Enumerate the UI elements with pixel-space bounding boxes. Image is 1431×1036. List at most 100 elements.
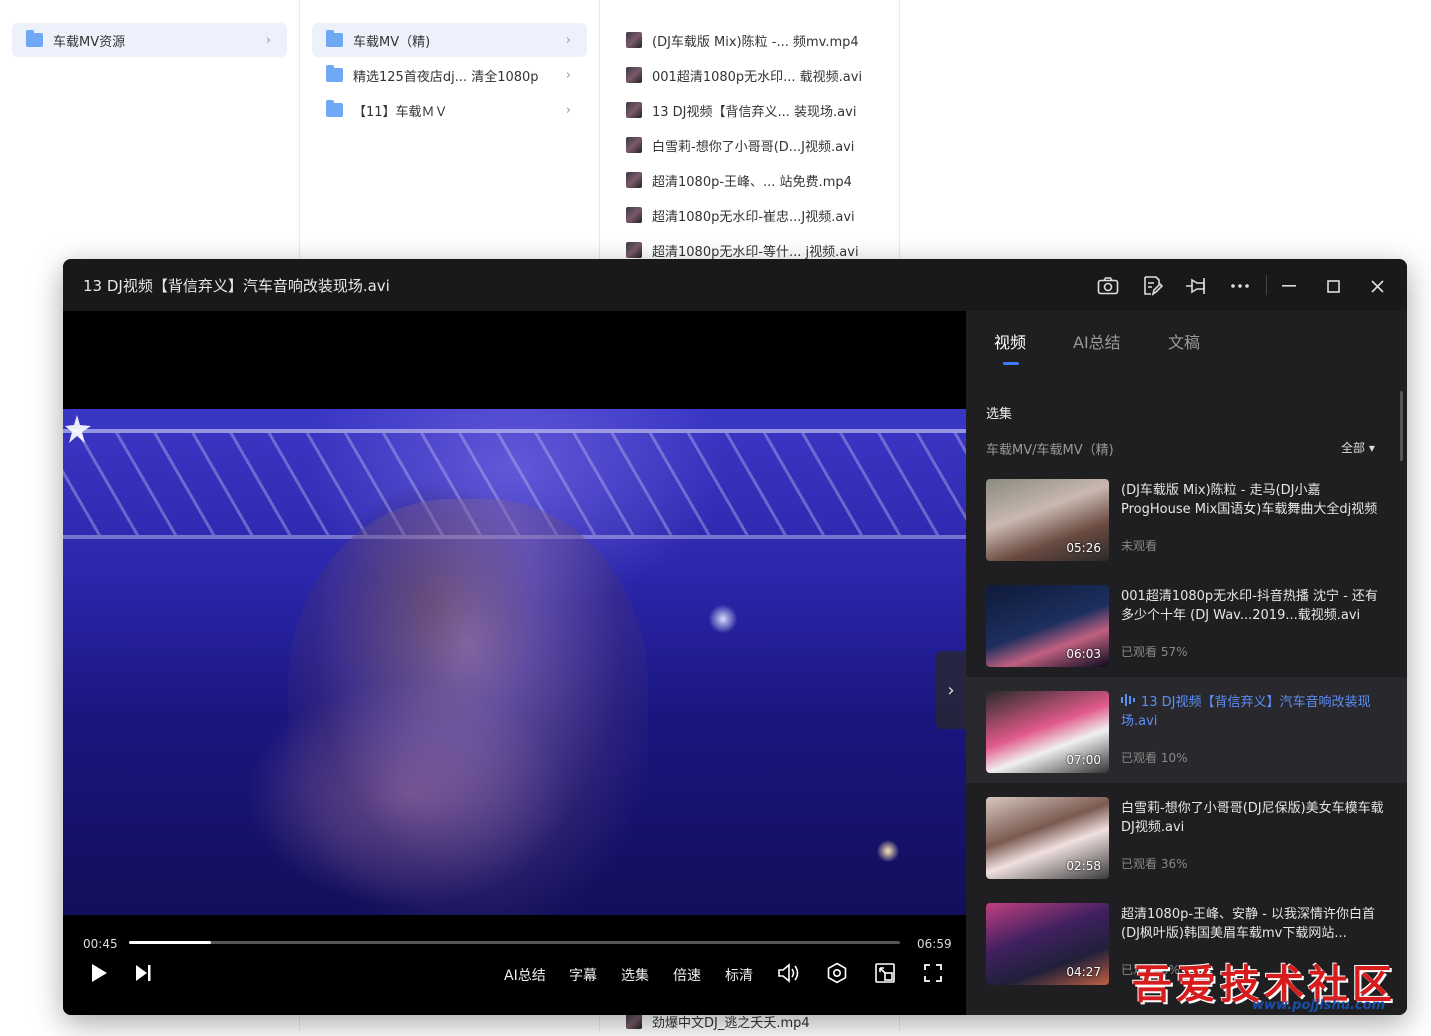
folder-label: 车载MV资源 — [53, 34, 126, 50]
next-video-arrow-icon[interactable]: › — [936, 651, 966, 729]
folder-icon — [326, 65, 343, 82]
video-thumbnail-icon — [626, 207, 642, 223]
active-tab-indicator — [1003, 362, 1019, 365]
folder-item-125-dj[interactable]: 精选125首夜店dj... 清全1080p › — [312, 58, 587, 92]
file-label: 13 DJ视频【背信弃义... 装现场.avi — [652, 104, 857, 120]
video-thumbnail-icon — [626, 32, 642, 48]
next-track-icon[interactable] — [131, 961, 155, 985]
file-label: 白雪莉-想你了小哥哥(D...J视频.avi — [652, 139, 855, 155]
maximize-icon[interactable] — [1320, 273, 1346, 299]
video-frame[interactable] — [63, 409, 966, 917]
titlebar-divider — [1266, 275, 1267, 295]
quality-button[interactable]: 标清 — [725, 965, 753, 985]
progress-fill — [129, 941, 212, 944]
duration-label: 07:00 — [1066, 753, 1101, 767]
star-light-icon — [65, 415, 91, 443]
section-title: 选集 — [986, 407, 1013, 422]
video-thumbnail-icon — [626, 137, 642, 153]
video-thumbnail-icon — [626, 242, 642, 258]
filter-dropdown[interactable]: 全部 ▾ — [1341, 439, 1375, 456]
item-title: (DJ车载版 Mix)陈粒 - 走马(DJ小嘉 ProgHouse Mix国语女… — [1121, 483, 1378, 517]
player-title: 13 DJ视频【背信弃义】汽车音响改装现场.avi — [83, 277, 390, 295]
episodes-button[interactable]: 选集 — [621, 965, 649, 985]
time-current: 00:45 — [83, 937, 118, 951]
time-total: 06:59 — [917, 937, 952, 951]
note-edit-icon[interactable] — [1139, 273, 1165, 299]
watch-status: 未观看 — [1121, 539, 1158, 553]
chevron-right-icon: › — [565, 102, 571, 118]
file-item[interactable]: 白雪莉-想你了小哥哥(D...J视频.avi — [626, 130, 854, 160]
filter-label: 全部 — [1341, 441, 1366, 455]
close-icon[interactable] — [1364, 273, 1390, 299]
video-thumbnail-icon — [626, 1013, 642, 1029]
file-label: 001超清1080p无水印... 载视频.avi — [652, 69, 863, 85]
ai-summary-button[interactable]: AI总结 — [504, 965, 546, 985]
chevron-right-icon: › — [265, 32, 271, 48]
folder-item-car-mv-resources[interactable]: 车载MV资源 › — [12, 23, 287, 57]
video-thumbnail-icon — [626, 67, 642, 83]
video-player-window: 13 DJ视频【背信弃义】汽车音响改装现场.avi › 00:45 06:59 … — [63, 259, 1407, 1015]
video-thumbnail: 07:00 — [986, 691, 1109, 773]
playlist-item[interactable]: 05:26 (DJ车载版 Mix)陈粒 - 走马(DJ小嘉 ProgHouse … — [966, 465, 1407, 571]
video-thumbnail: 04:27 — [986, 903, 1109, 985]
speed-button[interactable]: 倍速 — [673, 965, 701, 985]
pin-icon[interactable] — [1183, 273, 1209, 299]
playlist-sidebar: 视频 AI总结 文稿 选集 车载MV/车载MV（精) 全部 ▾ 05:26 (D… — [966, 311, 1407, 1015]
play-icon[interactable] — [87, 961, 111, 985]
item-title: 超清1080p-王峰、安静 - 以我深情许你白首 (DJ枫叶版)韩国美眉车载mv… — [1121, 907, 1375, 941]
volume-icon[interactable] — [777, 961, 801, 985]
file-label: (DJ车载版 Mix)陈粒 -... 频mv.mp4 — [652, 34, 859, 50]
more-icon[interactable] — [1227, 273, 1253, 299]
video-thumbnail-icon — [626, 102, 642, 118]
tab-video[interactable]: 视频 — [994, 329, 1026, 353]
video-area[interactable]: › — [63, 311, 966, 917]
folder-label: 【11】车载ＭＶ — [353, 104, 448, 120]
watermark-logo: 吾爱技术社区 www.pojjishu.com — [1132, 952, 1422, 1022]
folder-icon — [326, 30, 343, 47]
chevron-right-icon: › — [565, 67, 571, 83]
playlist-item-current[interactable]: 07:00 13 DJ视频【背信弃义】汽车音响改装现场.avi 已观看 10% — [966, 677, 1407, 783]
video-thumbnail: 05:26 — [986, 479, 1109, 561]
player-titlebar: 13 DJ视频【背信弃义】汽车音响改装现场.avi — [63, 259, 1407, 311]
file-item[interactable]: 001超清1080p无水印... 载视频.avi — [626, 60, 862, 90]
tab-transcript[interactable]: 文稿 — [1168, 329, 1200, 353]
file-item[interactable]: 13 DJ视频【背信弃义... 装现场.avi — [626, 95, 856, 125]
minimize-icon[interactable] — [1276, 273, 1302, 299]
file-item[interactable]: (DJ车载版 Mix)陈粒 -... 频mv.mp4 — [626, 25, 859, 55]
duration-label: 04:27 — [1066, 965, 1101, 979]
watermark-url: www.pojjishu.com — [1252, 998, 1386, 1013]
folder-item-car-mv-fine[interactable]: 车载MV（精) › — [312, 23, 587, 57]
watch-status: 已观看 10% — [1121, 751, 1188, 765]
playlist-path: 车载MV/车载MV（精) — [986, 443, 1114, 458]
item-title: 001超清1080p无水印-抖音热播 沈宁 - 还有多少个十年 (DJ Wav.… — [1121, 589, 1378, 623]
folder-item-11-car-mv[interactable]: 【11】车载ＭＶ › — [312, 93, 587, 127]
file-label: 超清1080p无水印-等什... j视频.avi — [652, 244, 859, 260]
now-playing-icon — [1121, 693, 1135, 712]
watch-status: 已观看 57% — [1121, 645, 1188, 659]
file-item[interactable]: 超清1080p-王峰、... 站免费.mp4 — [626, 165, 852, 195]
duration-label: 06:03 — [1066, 647, 1101, 661]
duration-label: 05:26 — [1066, 541, 1101, 555]
item-title: 白雪莉-想你了小哥哥(DJ尼保版)美女车模车载DJ视频.avi — [1121, 801, 1384, 835]
picture-in-picture-icon[interactable] — [873, 961, 897, 985]
video-thumbnail: 02:58 — [986, 797, 1109, 879]
progress-bar[interactable] — [129, 941, 900, 944]
chevron-right-icon: › — [565, 32, 571, 48]
video-thumbnail: 06:03 — [986, 585, 1109, 667]
folder-icon — [326, 100, 343, 117]
settings-icon[interactable] — [825, 961, 849, 985]
file-item[interactable]: 超清1080p无水印-崔忠...J视频.avi — [626, 200, 855, 230]
tab-ai-summary[interactable]: AI总结 — [1073, 329, 1121, 353]
playlist-item[interactable]: 02:58 白雪莉-想你了小哥哥(DJ尼保版)美女车模车载DJ视频.avi 已观… — [966, 783, 1407, 889]
subtitle-button[interactable]: 字幕 — [569, 965, 597, 985]
current-item-title: 13 DJ视频【背信弃义】汽车音响改装现场.avi — [1121, 695, 1371, 729]
file-label: 超清1080p无水印-崔忠...J视频.avi — [652, 209, 855, 225]
camera-icon[interactable] — [1095, 273, 1121, 299]
performer-figure — [288, 499, 648, 917]
video-thumbnail-icon — [626, 172, 642, 188]
duration-label: 02:58 — [1066, 859, 1101, 873]
fullscreen-icon[interactable] — [921, 961, 945, 985]
sidebar-scrollbar[interactable] — [1400, 391, 1403, 461]
folder-label: 精选125首夜店dj... 清全1080p — [353, 69, 539, 85]
playlist-item[interactable]: 06:03 001超清1080p无水印-抖音热播 沈宁 - 还有多少个十年 (D… — [966, 571, 1407, 677]
